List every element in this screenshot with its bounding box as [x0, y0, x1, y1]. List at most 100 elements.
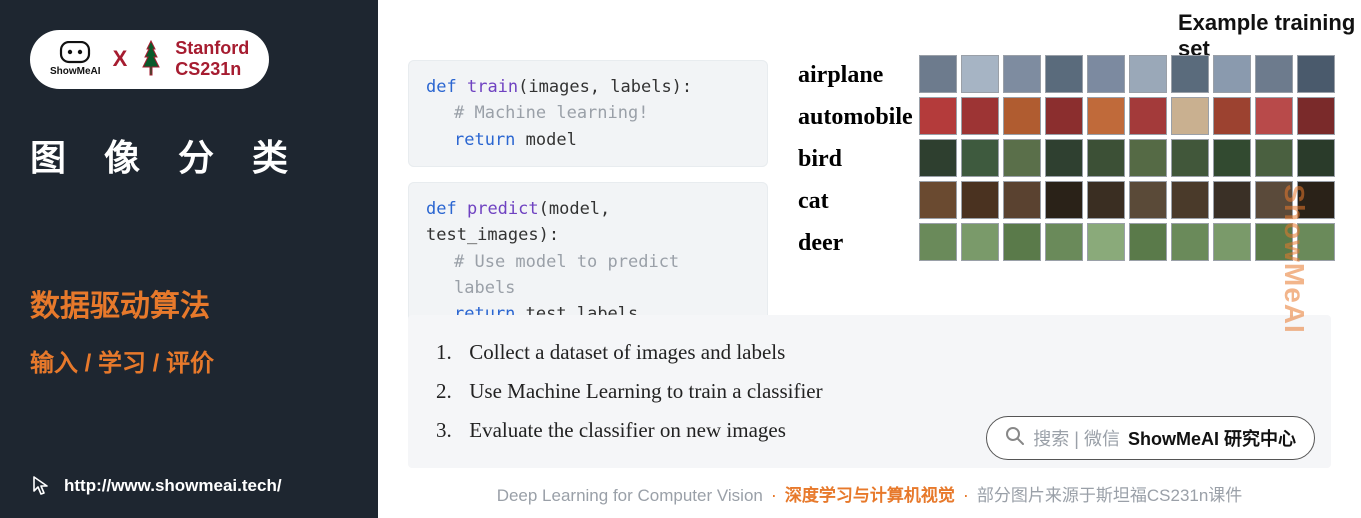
highlight-line2: 输入 / 学习 / 评价 [30, 343, 348, 378]
thumbnail [1171, 223, 1209, 261]
class-label: cat [798, 181, 913, 221]
thumbnail [1003, 223, 1041, 261]
step-text: Collect a dataset of images and labels [469, 340, 785, 364]
thumbnail [1213, 97, 1251, 135]
thumbnail [1129, 181, 1167, 219]
step-item: 1. Collect a dataset of images and label… [436, 333, 1303, 372]
thumbnail [1087, 139, 1125, 177]
thumbnail [1087, 55, 1125, 93]
py-return-value: model [526, 130, 577, 150]
thumbnail [1213, 223, 1251, 261]
thumbnail [1045, 97, 1083, 135]
class-label: deer [798, 223, 913, 263]
thumbnail [1003, 139, 1041, 177]
py-funcname: predict [467, 199, 539, 219]
sidebar-heading: 图像分类 [30, 129, 348, 181]
thumbnail [1213, 139, 1251, 177]
thumbnail [1087, 181, 1125, 219]
thumbnail [961, 181, 999, 219]
thumbnail [919, 181, 957, 219]
py-keyword: def [426, 77, 457, 97]
code-block-train: def train(images, labels): # Machine lea… [408, 60, 768, 167]
class-label: airplane [798, 55, 913, 95]
dot-separator: · [771, 485, 777, 506]
thumbnail [919, 55, 957, 93]
search-brand: ShowMeAI 研究中心 [1128, 425, 1296, 451]
class-label: automobile [798, 97, 913, 137]
thumbnail-grid [919, 55, 1335, 263]
site-link[interactable]: http://www.showmeai.tech/ [30, 474, 282, 498]
site-url: http://www.showmeai.tech/ [64, 476, 282, 496]
thumbnail [961, 55, 999, 93]
example-dataset: airplaneautomobilebirdcatdeer [798, 55, 1331, 263]
py-keyword: return [454, 130, 515, 150]
course-line1: Stanford [175, 38, 249, 58]
thumbnail [1129, 55, 1167, 93]
thumbnail [1255, 97, 1293, 135]
thumbnail [961, 97, 999, 135]
brand-pill: ShowMeAI X Stanford CS231n [30, 30, 269, 89]
thumbnail [1171, 55, 1209, 93]
thumbnail [1129, 139, 1167, 177]
highlight-block: 数据驱动算法 输入 / 学习 / 评价 [30, 281, 348, 378]
search-icon [1005, 426, 1025, 451]
thumbnail [1129, 97, 1167, 135]
thumbnail [1045, 181, 1083, 219]
cursor-icon [30, 474, 54, 498]
thumbnail [1087, 97, 1125, 135]
thumbnail [919, 223, 957, 261]
thumbnail [1297, 97, 1335, 135]
brand-x: X [113, 46, 128, 72]
thumbnail [1297, 139, 1335, 177]
thumbnail [1045, 55, 1083, 93]
class-label: bird [798, 139, 913, 179]
footer: Deep Learning for Computer Vision · 深度学习… [408, 481, 1331, 506]
thumbnail [1171, 97, 1209, 135]
thumbnail [1297, 55, 1335, 93]
step-text: Use Machine Learning to train a classifi… [469, 379, 822, 403]
thumbnail [1297, 223, 1335, 261]
thumbnail [961, 139, 999, 177]
py-funcname: train [467, 77, 518, 97]
search-pill[interactable]: 搜索 | 微信 ShowMeAI 研究中心 [986, 416, 1315, 460]
stanford-tree-icon [139, 39, 163, 79]
thumbnail [1045, 139, 1083, 177]
thumbnail [1255, 139, 1293, 177]
thumbnail [919, 97, 957, 135]
thumbnail [1087, 223, 1125, 261]
footer-left: Deep Learning for Computer Vision [497, 486, 763, 506]
main-panel: def train(images, labels): # Machine lea… [378, 0, 1361, 518]
thumbnail [1213, 55, 1251, 93]
py-signature: (images, labels): [518, 77, 692, 97]
py-comment: # Machine learning! [426, 100, 750, 126]
course-label: Stanford CS231n [175, 38, 249, 79]
thumbnail [1003, 181, 1041, 219]
thumbnail [1045, 223, 1083, 261]
sidebar: ShowMeAI X Stanford CS231n 图像分类 数据驱动算法 输… [0, 0, 378, 518]
thumbnail [1255, 55, 1293, 93]
class-label-column: airplaneautomobilebirdcatdeer [798, 55, 913, 263]
thumbnail [1213, 181, 1251, 219]
thumbnail [1255, 181, 1293, 219]
thumbnail [961, 223, 999, 261]
footer-right: 部分图片来源于斯坦福CS231n课件 [977, 481, 1242, 506]
showmeai-logo: ShowMeAI [50, 41, 101, 77]
footer-mid: 深度学习与计算机视觉 [785, 481, 955, 506]
showmeai-logo-text: ShowMeAI [50, 67, 101, 77]
thumbnail [1171, 139, 1209, 177]
thumbnail [1255, 223, 1293, 261]
search-hint: 搜索 | 微信 [1033, 425, 1120, 451]
thumbnail [1003, 55, 1041, 93]
thumbnail [919, 139, 957, 177]
py-keyword: def [426, 199, 457, 219]
dot-separator: · [963, 485, 969, 506]
step-item: 2. Use Machine Learning to train a class… [436, 372, 1303, 411]
thumbnail [1297, 181, 1335, 219]
course-line2: CS231n [175, 59, 241, 79]
thumbnail [1003, 97, 1041, 135]
thumbnail [1171, 181, 1209, 219]
step-text: Evaluate the classifier on new images [469, 418, 786, 442]
thumbnail [1129, 223, 1167, 261]
highlight-line1: 数据驱动算法 [30, 281, 348, 325]
py-comment: # Use model to predict labels [426, 249, 750, 302]
